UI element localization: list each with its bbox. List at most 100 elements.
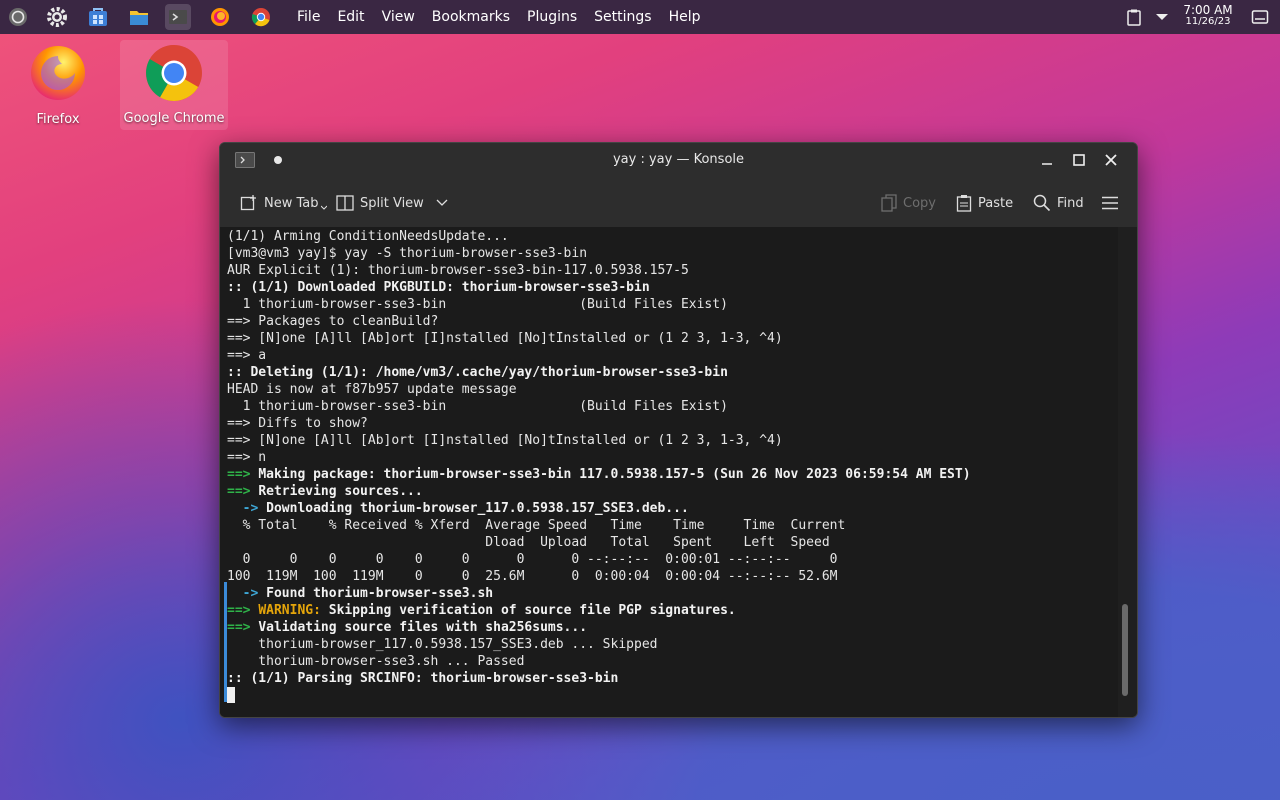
terminal-text: [vm3@vm3 yay]$ yay -S thorium-browser-ss… [227, 246, 588, 261]
terminal-text: % Total % Received % Xferd Average Speed… [227, 518, 846, 533]
terminal-line: ==> [N]one [A]ll [Ab]ort [I]nstalled [No… [227, 330, 783, 347]
terminal-text: Validating source files with sha256sums.… [258, 620, 588, 635]
chrome-taskbar-icon[interactable] [248, 4, 274, 30]
terminal-line: 0 0 0 0 0 0 0 0 --:--:-- 0:00:01 --:--:-… [227, 551, 838, 568]
terminal-line: ==> a [227, 347, 266, 364]
terminal-line: -> Downloading thorium-browser_117.0.593… [227, 500, 689, 517]
split-view-label: Split View [360, 195, 424, 211]
terminal-cursor [227, 687, 235, 703]
menu-bookmarks[interactable]: Bookmarks [432, 9, 510, 25]
terminal-text: ==> Packages to cleanBuild? [227, 314, 439, 329]
terminal-line: [vm3@vm3 yay]$ yay -S thorium-browser-ss… [227, 245, 587, 262]
terminal-text: thorium-browser_117.0.5938.157_SSE3.deb … [227, 637, 658, 652]
terminal-text: ==> [227, 620, 259, 635]
terminal-line: % Total % Received % Xferd Average Speed… [227, 517, 846, 534]
new-tab-label: New Tab [264, 195, 319, 211]
terminal-text: ==> [N]one [A]ll [Ab]ort [I]nstalled [No… [227, 331, 783, 346]
terminal-line: -> Found thorium-browser-sse3.sh [227, 585, 493, 602]
desktop-icon-firefox[interactable]: Firefox [3, 42, 113, 127]
menu-edit[interactable]: Edit [337, 9, 364, 25]
terminal-text: 1 thorium-browser-sse3-bin (Build Files … [227, 297, 728, 312]
hamburger-menu-button[interactable] [1101, 192, 1119, 214]
show-desktop-icon[interactable] [1247, 4, 1273, 30]
app-launcher-icon[interactable] [5, 4, 31, 30]
chrome-icon [146, 45, 202, 101]
terminal-line: ==> [N]one [A]ll [Ab]ort [I]nstalled [No… [227, 432, 783, 449]
terminal-text: Found thorium-browser-sse3.sh [266, 586, 494, 601]
copy-label: Copy [903, 195, 936, 211]
menu-file[interactable]: File [297, 9, 320, 25]
close-icon[interactable] [1100, 149, 1122, 171]
terminal-text: Dload Upload Total Spent Left Speed [227, 535, 830, 550]
terminal-text: -> [227, 586, 267, 601]
terminal-text: :: (1/1) Downloaded PKGBUILD: thorium-br… [227, 280, 650, 295]
terminal-line: :: (1/1) Downloaded PKGBUILD: thorium-br… [227, 279, 650, 296]
chevron-down-icon [436, 199, 448, 206]
copy-button[interactable]: Copy [881, 192, 936, 214]
terminal-line: :: (1/1) Parsing SRCINFO: thorium-browse… [227, 670, 618, 687]
terminal-line: :: Deleting (1/1): /home/vm3/.cache/yay/… [227, 364, 728, 381]
maximize-icon[interactable] [1068, 149, 1090, 171]
desktop-icon-google-chrome[interactable]: Google Chrome [120, 40, 228, 130]
terminal-text: ==> n [227, 450, 267, 465]
paste-button[interactable]: Paste [956, 192, 1013, 214]
software-store-icon[interactable] [85, 4, 111, 30]
global-menu: File Edit View Bookmarks Plugins Setting… [297, 0, 718, 34]
window-title: yay : yay — Konsole [612, 152, 745, 167]
menu-settings[interactable]: Settings [594, 9, 651, 25]
terminal-text: Downloading thorium-browser_117.0.5938.1… [266, 501, 689, 516]
menu-view[interactable]: View [382, 9, 415, 25]
terminal-text: (1/1) Arming ConditionNeedsUpdate... [227, 229, 509, 244]
terminal-text: ==> [227, 603, 259, 618]
terminal-line: ==> Making package: thorium-browser-sse3… [227, 466, 971, 483]
terminal-line: HEAD is now at f87b957 update message [227, 381, 517, 398]
minimize-icon[interactable] [1036, 149, 1058, 171]
terminal-scrollbar-thumb[interactable] [1122, 604, 1128, 696]
paste-icon [956, 195, 972, 212]
split-view-button[interactable]: Split View [336, 192, 448, 214]
clock[interactable]: 7:00 AM 11/26/23 [1183, 4, 1233, 28]
find-label: Find [1057, 195, 1084, 211]
terminal-text: Skipping verification of source file PGP… [328, 603, 736, 618]
terminal-line: ==> Diffs to show? [227, 415, 368, 432]
terminal-line: 100 119M 100 119M 0 0 25.6M 0 0:00:04 0:… [227, 568, 837, 585]
tray-expand-icon[interactable] [1149, 4, 1175, 30]
terminal-text: :: Deleting (1/1): /home/vm3/.cache/yay/… [227, 365, 728, 380]
clock-time: 7:00 AM [1183, 3, 1233, 17]
terminal-text: 100 119M 100 119M 0 0 25.6M 0 0:00:04 0:… [227, 569, 838, 584]
konsole-window: yay : yay — Konsole New Tab Split View C… [219, 142, 1138, 718]
desktop-icon-label: Google Chrome [123, 111, 225, 126]
terminal-line: AUR Explicit (1): thorium-browser-sse3-b… [227, 262, 689, 279]
terminal-text: HEAD is now at f87b957 update message [227, 382, 517, 397]
terminal-text: WARNING: [258, 603, 329, 618]
new-tab-menu-arrow-icon [320, 205, 327, 210]
menu-help[interactable]: Help [669, 9, 701, 25]
firefox-taskbar-icon[interactable] [207, 4, 233, 30]
terminal-text: 0 0 0 0 0 0 0 0 --:--:-- 0:00:01 --:--:-… [227, 552, 838, 567]
terminal-line: ==> Validating source files with sha256s… [227, 619, 587, 636]
terminal-text: ==> Diffs to show? [227, 416, 368, 431]
find-button[interactable]: Find [1033, 192, 1084, 214]
settings-icon[interactable] [44, 4, 70, 30]
clipboard-icon[interactable] [1121, 4, 1147, 30]
terminal-line: ==> WARNING: Skipping verification of so… [227, 602, 736, 619]
new-tab-button[interactable]: New Tab [240, 192, 327, 214]
terminal-text: thorium-browser-sse3.sh ... Passed [227, 654, 525, 669]
split-view-icon [336, 195, 354, 211]
firefox-icon [31, 46, 85, 100]
taskbar: File Edit View Bookmarks Plugins Setting… [0, 0, 1280, 34]
paste-label: Paste [978, 195, 1014, 211]
terminal-text: -> [227, 501, 267, 516]
terminal-text: Making package: thorium-browser-sse3-bin… [258, 467, 971, 482]
terminal-output[interactable]: (1/1) Arming ConditionNeedsUpdate... [vm3… [220, 227, 1120, 717]
konsole-taskbar-icon[interactable] [165, 4, 191, 30]
window-titlebar[interactable]: yay : yay — Konsole [220, 143, 1137, 177]
terminal-text: ==> [N]one [A]ll [Ab]ort [I]nstalled [No… [227, 433, 783, 448]
terminal-line: 1 thorium-browser-sse3-bin (Build Files … [227, 296, 728, 313]
menu-plugins[interactable]: Plugins [527, 9, 577, 25]
file-manager-icon[interactable] [126, 4, 152, 30]
desktop-icon-label: Firefox [36, 112, 80, 127]
konsole-toolbar: New Tab Split View Copy Paste Find [220, 177, 1137, 228]
terminal-text: ==> [227, 484, 259, 499]
terminal-text: AUR Explicit (1): thorium-browser-sse3-b… [227, 263, 689, 278]
